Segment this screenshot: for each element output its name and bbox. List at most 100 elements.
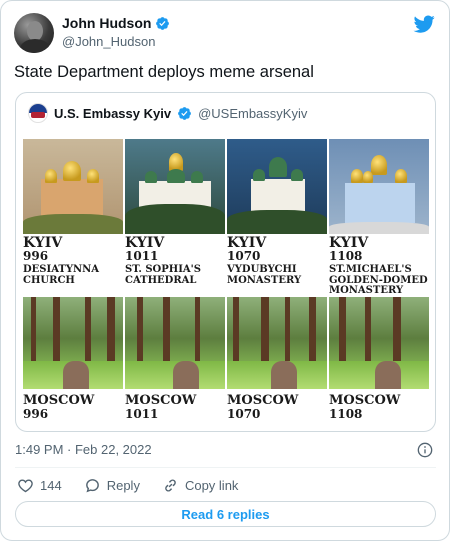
info-icon[interactable] (417, 442, 433, 458)
avatar-face (27, 21, 43, 41)
tweet-timestamp[interactable]: 1:49 PM · Feb 22, 2022 (15, 442, 152, 457)
ground (23, 214, 123, 234)
moscow-forest-image (227, 297, 327, 389)
place-line: DESIATYNNA (23, 264, 100, 275)
place-line: CATHEDRAL (125, 274, 197, 286)
tree-trunk (53, 297, 60, 362)
moscow-forest-image (125, 297, 225, 389)
divider (15, 467, 436, 468)
forest-path (271, 361, 297, 389)
kyiv-place: ST. SOPHIA'S CATHEDRAL (125, 264, 229, 286)
tree-trunk (195, 297, 200, 362)
tree-trunk (31, 297, 36, 362)
church-body (41, 179, 103, 219)
moscow-label: MOSCOW (227, 393, 299, 408)
quoted-avatar (28, 103, 48, 123)
plaza (329, 222, 429, 234)
moscow-year: 996 (23, 407, 49, 421)
tree-trunk (163, 297, 170, 362)
kyiv-image-st-sophia (125, 139, 225, 234)
place-line: CHURCH (23, 274, 75, 286)
quoted-avatar-mid (31, 112, 45, 118)
quoted-verified-badge-icon (178, 106, 191, 120)
verified-badge-icon (156, 16, 170, 30)
forest-path (173, 361, 199, 389)
moscow-year: 1011 (125, 407, 159, 421)
tree-trunk (233, 297, 239, 362)
quoted-tweet-header: U.S. Embassy Kyiv @USEmbassyKyiv (28, 103, 307, 123)
author-name[interactable]: John Hudson (62, 15, 151, 31)
kyiv-label: KYIV (125, 235, 165, 251)
dome (191, 171, 203, 183)
tree-trunk (107, 297, 115, 362)
moscow-forest-image (23, 297, 123, 389)
tree-trunk (365, 297, 371, 362)
avatar-body (20, 39, 50, 53)
dome (291, 169, 303, 181)
tree-trunk (261, 297, 269, 362)
moscow-label: MOSCOW (125, 393, 197, 408)
tree-trunk (393, 297, 401, 362)
tree-trunk (339, 297, 346, 362)
author-avatar[interactable] (14, 13, 54, 53)
moscow-label: MOSCOW (329, 393, 401, 408)
dome (351, 169, 363, 183)
twitter-bird-icon[interactable] (413, 13, 435, 35)
reply-label: Reply (106, 478, 140, 493)
dome (269, 157, 287, 177)
forest-path (375, 361, 401, 389)
place-line: ST.MICHAEL'S (329, 264, 412, 275)
place-line: MONASTERY (329, 285, 404, 296)
author-name-row[interactable]: John Hudson (62, 15, 170, 31)
dome (395, 169, 407, 183)
reply-button[interactable]: Reply (84, 477, 140, 494)
forest-path (63, 361, 89, 389)
trees (125, 204, 225, 234)
like-button[interactable]: 144 (17, 477, 62, 494)
tree-trunk (85, 297, 91, 362)
reply-bubble-icon (85, 479, 99, 493)
kyiv-place: VYDUBYCHI MONASTERY (227, 264, 331, 286)
tweet-actions: 144 Reply Copy link (17, 477, 260, 494)
kyiv-label: KYIV (329, 235, 369, 251)
copy-link-button[interactable]: Copy link (162, 477, 238, 494)
kyiv-image-st-michaels (329, 139, 429, 234)
place-line: VYDUBYCHI (227, 264, 297, 275)
copy-link-label: Copy link (184, 478, 239, 493)
kyiv-label: KYIV (227, 235, 267, 251)
kyiv-image-desiatynna (23, 139, 123, 234)
kyiv-place: DESIATYNNA CHURCH (23, 264, 127, 286)
moscow-year: 1108 (329, 407, 363, 421)
dome (167, 169, 185, 183)
dome (363, 171, 373, 183)
dome (87, 169, 99, 183)
church-body (345, 183, 415, 223)
kyiv-year: 996 (23, 249, 49, 263)
meme-image[interactable]: KYIV 996 DESIATYNNA CHURCH MOSCOW 996 KY… (21, 137, 431, 427)
quoted-tweet[interactable]: U.S. Embassy Kyiv @USEmbassyKyiv KYIV 99… (15, 92, 436, 432)
author-handle[interactable]: @John_Hudson (62, 34, 155, 49)
moscow-year: 1070 (227, 407, 261, 421)
tweet-card: John Hudson @John_Hudson State Departmen… (0, 0, 450, 541)
tree-trunk (137, 297, 143, 362)
heart-icon (18, 479, 33, 493)
quoted-author-name: U.S. Embassy Kyiv (54, 105, 172, 121)
place-line: ST. SOPHIA'S (125, 264, 201, 275)
moscow-label: MOSCOW (23, 393, 95, 408)
dome (45, 169, 57, 183)
kyiv-place: ST.MICHAEL'S GOLDEN-DOMED MONASTERY (329, 264, 433, 297)
dome (253, 169, 265, 181)
dome (145, 171, 157, 183)
tree-trunk (285, 297, 290, 362)
tweet-text: State Department deploys meme arsenal (14, 63, 314, 81)
place-line: MONASTERY (227, 274, 302, 286)
like-count: 144 (40, 478, 62, 493)
tree-trunk (309, 297, 316, 362)
quoted-author-handle: @USEmbassyKyiv (198, 105, 308, 121)
trees (227, 210, 327, 234)
kyiv-year: 1070 (227, 249, 261, 263)
dome (63, 161, 81, 181)
moscow-forest-image (329, 297, 429, 389)
kyiv-label: KYIV (23, 235, 63, 251)
read-replies-button[interactable]: Read 6 replies (15, 501, 436, 527)
